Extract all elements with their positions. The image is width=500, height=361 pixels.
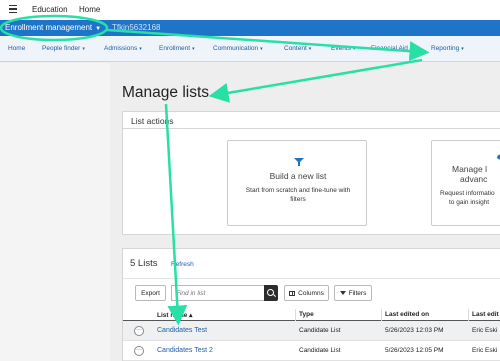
find-in-list-input[interactable] bbox=[171, 285, 264, 301]
nav-reporting[interactable]: Reporting ▾ bbox=[431, 45, 464, 52]
columns-label: Columns bbox=[298, 289, 324, 297]
environment-id: Tfkin5632168 bbox=[112, 23, 161, 32]
main-navigation: Home People finder ▾ Admissions ▾ Enrollme… bbox=[0, 36, 500, 62]
filters-label: Filters bbox=[348, 289, 367, 297]
column-header-list-name[interactable]: List name ▴ bbox=[157, 311, 192, 319]
columns-button[interactable]: Columns bbox=[284, 285, 329, 301]
column-header-last-edited-by[interactable]: Last edit bbox=[472, 311, 499, 318]
list-actions-card: List actions Build a new list Start from… bbox=[122, 111, 500, 235]
hamburger-menu-icon[interactable] bbox=[9, 5, 17, 13]
filter-icon bbox=[339, 291, 346, 295]
filter-funnel-icon bbox=[294, 158, 304, 166]
list-edited-by: Eric Eski bbox=[472, 327, 498, 334]
list-type: Candidate List bbox=[299, 347, 341, 354]
gear-icon: ✹ bbox=[496, 153, 500, 162]
page-title: Manage lists bbox=[122, 84, 210, 101]
build-new-list-tile[interactable]: Build a new list Start from scratch and … bbox=[227, 140, 367, 226]
list-edited-by: Eric Eski bbox=[472, 347, 498, 354]
chevron-down-icon: ▾ bbox=[82, 46, 85, 52]
nav-financial-aid[interactable]: Financial Aid bbox=[371, 45, 408, 52]
breadcrumb-education[interactable]: Education bbox=[32, 5, 68, 14]
nav-content[interactable]: Content ▾ bbox=[284, 45, 311, 52]
columns-icon bbox=[289, 290, 296, 296]
table-header: List name ▴ Type Last edited on Last edi… bbox=[123, 309, 500, 321]
more-options-icon[interactable]: ··· bbox=[134, 326, 144, 336]
nav-enrollment[interactable]: Enrollment ▾ bbox=[159, 45, 195, 52]
chevron-down-icon: ▾ bbox=[192, 46, 195, 52]
list-type: Candidate List bbox=[299, 327, 341, 334]
table-row: ··· Candidates Test 2 Candidate List 5/2… bbox=[123, 341, 500, 361]
lists-card: 5 Lists Refresh Export Columns Filters L… bbox=[122, 248, 500, 361]
annotation-arrow bbox=[208, 58, 423, 103]
column-header-last-edited-on[interactable]: Last edited on bbox=[385, 311, 429, 318]
chevron-down-icon: ▾ bbox=[352, 46, 356, 52]
nav-people-finder[interactable]: People finder ▾ bbox=[42, 45, 85, 52]
column-header-type[interactable]: Type bbox=[299, 311, 314, 318]
lists-count-title: 5 Lists bbox=[130, 258, 158, 269]
nav-events[interactable]: Events ▾ bbox=[331, 45, 355, 52]
chevron-down-icon: ▾ bbox=[461, 46, 464, 52]
list-actions-title: List actions bbox=[131, 116, 174, 126]
chevron-down-icon: ▾ bbox=[260, 46, 263, 52]
environment-label: Enrollment management bbox=[5, 23, 93, 32]
build-new-list-description: Start from scratch and fine-tune with fi… bbox=[245, 187, 351, 203]
build-new-list-title: Build a new list bbox=[269, 171, 327, 181]
chevron-down-icon: ▾ bbox=[139, 46, 142, 52]
list-edited-on: 5/26/2023 12:05 PM bbox=[385, 347, 444, 354]
manage-advanced-title: Manage l advanc bbox=[452, 164, 488, 184]
list-actions-header: List actions bbox=[123, 112, 500, 129]
search-icon[interactable] bbox=[264, 285, 278, 301]
chevron-down-icon: ▾ bbox=[308, 46, 312, 52]
breadcrumb-home[interactable]: Home bbox=[79, 5, 100, 14]
nav-communication[interactable]: Communication ▾ bbox=[213, 45, 263, 52]
nav-home[interactable]: Home bbox=[8, 45, 25, 52]
filters-button[interactable]: Filters bbox=[334, 285, 372, 301]
divider bbox=[123, 278, 500, 279]
manage-advanced-tile[interactable]: ✹ Manage l advanc Request informatio to … bbox=[431, 140, 500, 226]
environment-selector[interactable]: Enrollment management ▼ bbox=[5, 23, 101, 32]
chevron-down-icon: ▼ bbox=[95, 26, 102, 32]
list-name-link[interactable]: Candidates Test 2 bbox=[157, 347, 213, 354]
export-button[interactable]: Export bbox=[135, 285, 166, 301]
manage-advanced-description: Request informatio to gain insight bbox=[440, 190, 495, 206]
top-bar: Education Home bbox=[0, 0, 500, 20]
nav-admissions[interactable]: Admissions ▾ bbox=[104, 45, 142, 52]
more-options-icon[interactable]: ··· bbox=[134, 346, 144, 356]
refresh-link[interactable]: Refresh bbox=[171, 261, 194, 268]
list-name-link[interactable]: Candidates Test bbox=[157, 327, 207, 334]
table-row: ··· Candidates Test Candidate List 5/26/… bbox=[123, 321, 500, 341]
list-edited-on: 5/26/2023 12:03 PM bbox=[385, 327, 444, 334]
left-panel bbox=[0, 63, 110, 361]
environment-bar: Enrollment management ▼ Tfkin5632168 bbox=[0, 20, 500, 36]
